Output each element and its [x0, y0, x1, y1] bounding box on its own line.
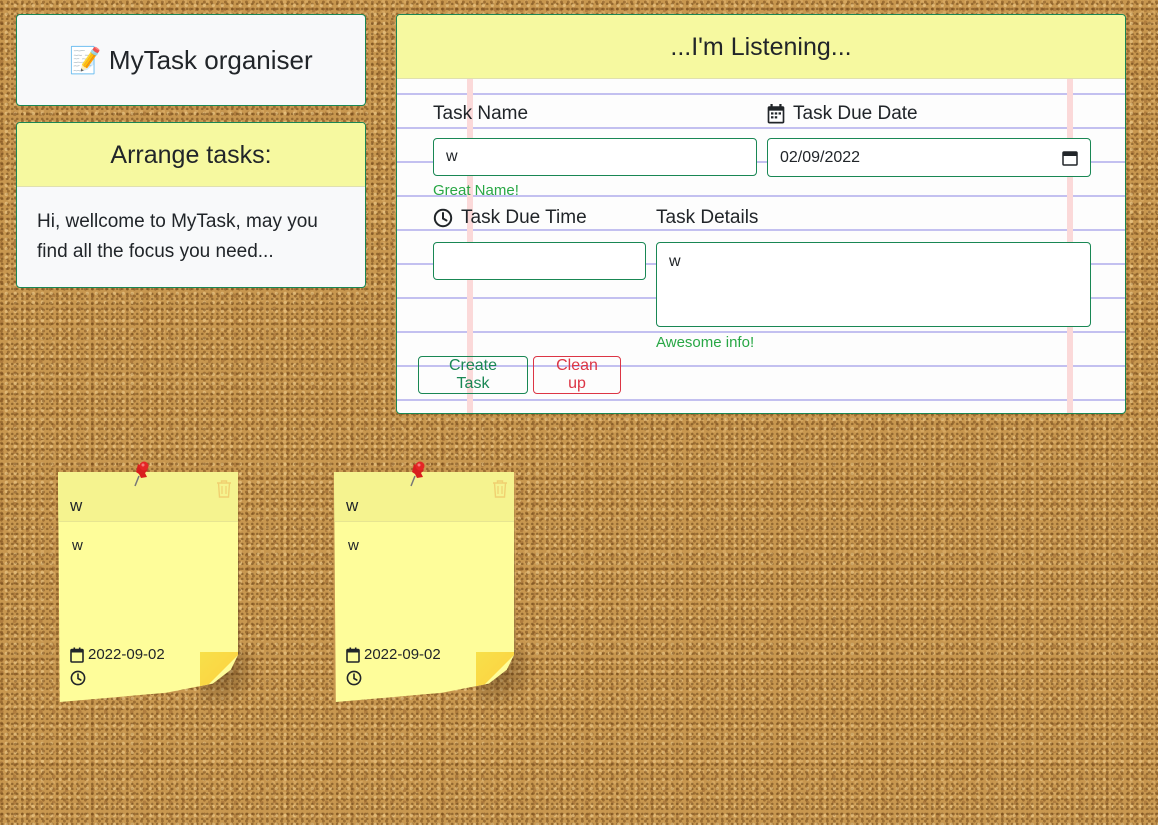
pushpin-icon	[134, 461, 149, 487]
clock-icon	[70, 670, 86, 686]
create-task-button[interactable]: Create Task	[418, 356, 528, 394]
task-name-label-text: Task Name	[433, 103, 529, 124]
details-textarea[interactable]: w	[656, 242, 1091, 327]
due-date-label-text: Task Due Date	[793, 103, 918, 124]
welcome-message: Hi, wellcome to MyTask, may you find all…	[37, 211, 318, 262]
app-title-card: 📝 MyTask organiser	[16, 14, 366, 106]
details-feedback: Awesome info!	[656, 334, 755, 351]
calendar-icon	[767, 104, 785, 124]
note-time	[70, 670, 86, 691]
note-time	[346, 670, 362, 691]
note-date: 2022-09-02	[346, 646, 441, 663]
task-note: w w 2022-09-02	[334, 472, 514, 702]
details-label: Task Details	[656, 207, 758, 229]
due-time-input[interactable]	[433, 242, 646, 280]
note-date-text: 2022-09-02	[88, 646, 165, 663]
trash-icon[interactable]	[492, 480, 508, 498]
note-title: w	[70, 496, 83, 515]
due-date-value: 02/09/2022	[780, 149, 861, 166]
task-note: w w 2022-09-02	[58, 472, 238, 702]
due-time-label: Task Due Time	[433, 207, 587, 229]
note-body: w	[348, 537, 359, 554]
clock-icon	[433, 208, 453, 228]
details-label-text: Task Details	[656, 207, 759, 228]
due-date-input[interactable]: 02/09/2022	[767, 138, 1091, 177]
due-time-label-text: Task Due Time	[461, 207, 587, 228]
note-title: w	[346, 496, 359, 515]
note-body: w	[72, 537, 83, 554]
calendar-icon	[70, 647, 84, 663]
clean-up-button[interactable]: Clean up	[533, 356, 621, 394]
calendar-icon	[346, 647, 360, 663]
app-title: 📝 MyTask organiser	[69, 44, 313, 75]
pushpin-icon	[410, 461, 425, 487]
trash-icon[interactable]	[216, 480, 232, 498]
arrange-tasks-header: Arrange tasks:	[17, 123, 365, 187]
form-header: ...I'm Listening...	[397, 15, 1125, 79]
calendar-picker-icon[interactable]	[1062, 150, 1078, 166]
due-date-label: Task Due Date	[767, 103, 918, 125]
arrange-tasks-card: Arrange tasks: Hi, wellcome to MyTask, m…	[16, 122, 366, 288]
task-name-input[interactable]	[433, 138, 757, 176]
task-form-card: ...I'm Listening... Task Name Great Name…	[396, 14, 1126, 414]
note-date-text: 2022-09-02	[364, 646, 441, 663]
note-date: 2022-09-02	[70, 646, 165, 663]
task-name-label: Task Name	[433, 103, 528, 125]
task-name-feedback: Great Name!	[433, 182, 519, 199]
clock-icon	[346, 670, 362, 686]
